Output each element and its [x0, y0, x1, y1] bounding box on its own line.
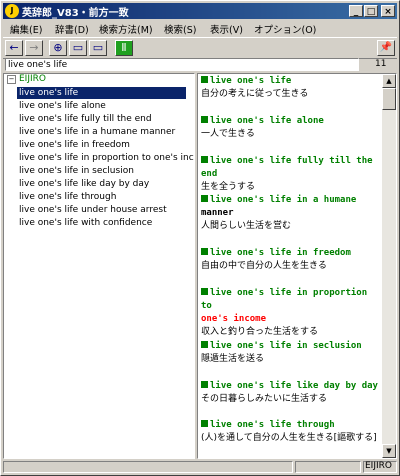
window-title: 英辞郎_V83・前方一致 — [22, 8, 129, 19]
menu-view[interactable]: 表示(V) — [210, 22, 243, 36]
search-row: 11 — [3, 58, 397, 72]
entry: live one's life in proportion to one's i… — [201, 287, 381, 339]
list-item[interactable]: live one's life through — [17, 191, 118, 203]
entry: live one's life like day by day その日暮らしみた… — [201, 380, 381, 406]
bullet-icon — [201, 116, 208, 123]
list-item[interactable]: live one's life in a humane manner — [17, 126, 177, 138]
scroll-thumb[interactable] — [382, 88, 396, 110]
entry-headword: live one's life in proportion to — [201, 288, 368, 311]
title-bar: J 英辞郎_V83・前方一致 _ □ × — [3, 3, 397, 19]
toolbar: ← → ⊕ ▭ ▭ Ⅱ 📌 — [3, 37, 397, 59]
menu-search[interactable]: 検索(S) — [164, 22, 196, 36]
entry: live one's life in seclusion 隠遁生活を送る — [201, 340, 381, 366]
entry-definition: 一人で生きる — [201, 129, 255, 139]
bullet-icon — [201, 288, 208, 295]
status-bar: EIJIRO — [3, 460, 397, 474]
single-pane-icon[interactable]: ▭ — [89, 40, 107, 56]
list-item[interactable]: live one's life — [17, 87, 186, 99]
app-icon: J — [5, 4, 19, 18]
entry-definition: (人)を通して自分の人生を生きる[謳歌する] — [201, 433, 377, 443]
entry-headword: live one's life in a humane — [210, 195, 357, 205]
list-item[interactable]: live one's life in freedom — [17, 139, 132, 151]
pin-icon[interactable]: 📌 — [377, 40, 395, 56]
status-cell — [295, 461, 361, 473]
entry-definition: その日暮らしみたいに生活する — [201, 394, 328, 404]
forward-icon[interactable]: → — [25, 40, 43, 56]
menu-dictionary[interactable]: 辞書(D) — [55, 22, 89, 36]
main-window: J 英辞郎_V83・前方一致 _ □ × 編集(E) 辞書(D) 検索方法(M)… — [0, 0, 400, 476]
scroll-up-icon[interactable]: ▲ — [382, 74, 396, 88]
entry-headword-cont: manner — [201, 208, 234, 218]
bullet-icon — [201, 76, 208, 83]
entry-definition: 自由の中で自分の人生を生きる — [201, 261, 327, 271]
search-input[interactable] — [5, 58, 359, 71]
tree-root-label: EIJIRO — [19, 74, 46, 84]
close-button[interactable]: × — [381, 5, 395, 17]
result-count: 11 — [375, 59, 387, 69]
entry-headword: live one's life in seclusion — [210, 341, 362, 351]
list-item[interactable]: live one's life alone — [17, 100, 108, 112]
list-item[interactable]: live one's life under house arrest — [17, 204, 169, 216]
minimize-button[interactable]: _ — [349, 5, 363, 17]
back-icon[interactable]: ← — [5, 40, 23, 56]
collapse-icon[interactable]: − — [7, 75, 16, 84]
entry-headword: live one's life alone — [210, 116, 324, 126]
bullet-icon — [201, 156, 208, 163]
entry-headword-highlight: one's income — [201, 314, 267, 324]
entry-definition: 収入と釣り合った生活をする — [201, 327, 319, 337]
menu-options[interactable]: オプション(O) — [254, 22, 316, 36]
status-cell — [3, 461, 293, 473]
bullet-icon — [201, 341, 208, 348]
bullet-icon — [201, 420, 208, 427]
list-item[interactable]: live one's life like day by day — [17, 178, 151, 190]
definition-pane: live one's life 自分の考えに従って生きる live one's … — [197, 73, 397, 459]
entry-headword: live one's life — [210, 76, 292, 86]
entry-headword: live one's life through — [210, 420, 335, 430]
list-item[interactable]: live one's life in proportion to one's i… — [17, 152, 194, 164]
index-pane: − EIJIRO live one's life live one's life … — [3, 73, 195, 459]
entry-definition: 隠遁生活を送る — [201, 354, 265, 364]
split-pane-icon[interactable]: ▭ — [69, 40, 87, 56]
entry: live one's life fully till the end 生を全うす… — [201, 155, 381, 194]
entry: live one's life in a humane manner 人間らしい… — [201, 194, 381, 233]
status-dictionary: EIJIRO — [365, 461, 392, 471]
entry: live one's life in freedom 自由の中で自分の人生を生き… — [201, 247, 381, 273]
tree-root-eijiro[interactable]: − EIJIRO — [7, 74, 46, 84]
scroll-down-icon[interactable]: ▼ — [382, 444, 396, 458]
entry-headword: live one's life like day by day — [210, 381, 378, 391]
bullet-icon — [201, 195, 208, 202]
entry-definition: 人間らしい生活を営む — [201, 221, 292, 231]
dictionary-icon[interactable]: Ⅱ — [115, 40, 133, 56]
list-item[interactable]: live one's life in seclusion — [17, 165, 136, 177]
bullet-icon — [201, 248, 208, 255]
bullet-icon — [201, 381, 208, 388]
list-item[interactable]: live one's life with confidence — [17, 217, 154, 229]
entry-headword: live one's life in freedom — [210, 248, 351, 258]
globe-icon[interactable]: ⊕ — [49, 40, 67, 56]
list-item[interactable]: live one's life fully till the end — [17, 113, 154, 125]
maximize-button[interactable]: □ — [364, 5, 378, 17]
menu-edit[interactable]: 編集(E) — [10, 22, 42, 36]
entry: live one's life 自分の考えに従って生きる — [201, 75, 381, 101]
menu-bar: 編集(E) 辞書(D) 検索方法(M) 検索(S) 表示(V) オプション(O) — [3, 20, 397, 36]
entry: live one's life through (人)を通して自分の人生を生きる… — [201, 419, 381, 445]
vertical-scrollbar[interactable]: ▲ ▼ — [382, 74, 396, 458]
entry-definition: 自分の考えに従って生きる — [201, 89, 309, 99]
entry: live one's life alone 一人で生きる — [201, 115, 381, 141]
menu-search-method[interactable]: 検索方法(M) — [99, 22, 153, 36]
entry-headword: live one's life fully till the end — [201, 156, 373, 179]
entry-definition: 生を全うする — [201, 182, 256, 192]
